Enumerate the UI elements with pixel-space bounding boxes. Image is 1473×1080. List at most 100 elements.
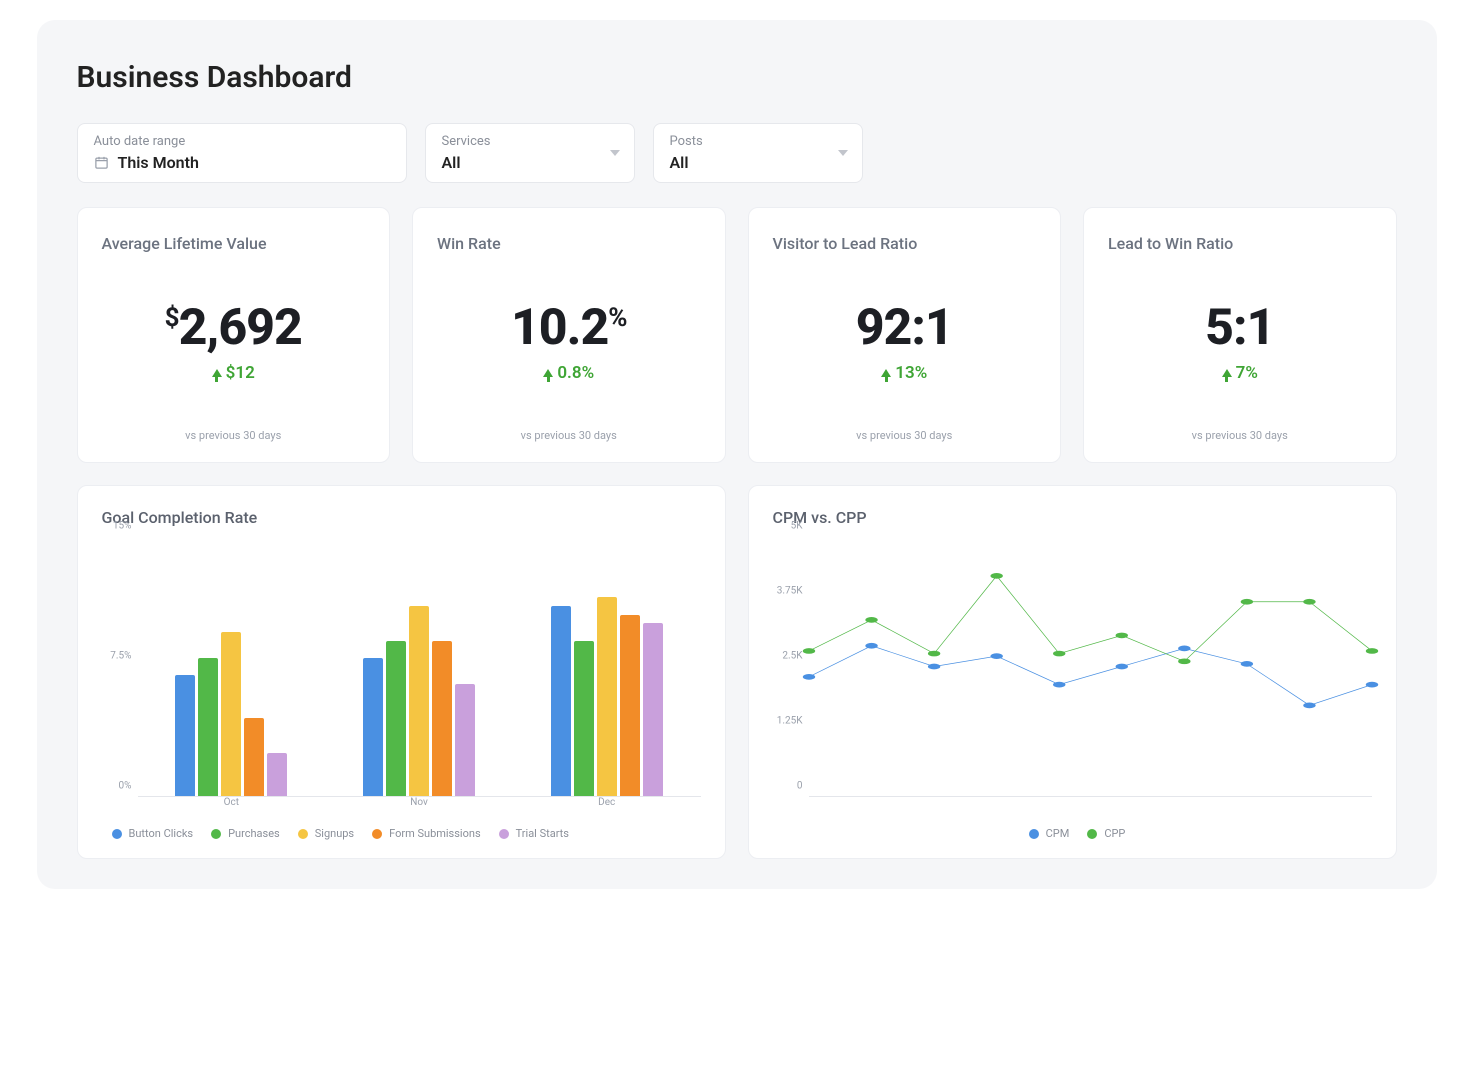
y-tick-label: 0% (119, 781, 132, 792)
posts-filter[interactable]: Posts All (653, 123, 863, 183)
line-point (927, 651, 939, 657)
legend-dot-icon (112, 829, 122, 839)
line-point (865, 643, 877, 649)
legend-item: CPM (1029, 827, 1070, 840)
bar-group (325, 537, 513, 796)
page-title: Business Dashboard (77, 60, 1397, 95)
bar (597, 597, 617, 796)
arrow-up-icon (1222, 369, 1232, 377)
legend-dot-icon (298, 829, 308, 839)
line-point (802, 674, 814, 680)
line-point (1240, 599, 1252, 605)
bar-group (138, 537, 326, 796)
y-tick-label: 0 (797, 781, 803, 792)
legend-dot-icon (372, 829, 382, 839)
kpi-delta: 13% (773, 363, 1037, 383)
filters-row: Auto date range This Month Services All … (77, 123, 1397, 183)
legend-item: Form Submissions (372, 827, 481, 840)
bar-chart-plot: 0%7.5%15%OctNovDec (138, 537, 701, 817)
bar-chart-legend: Button Clicks Purchases Signups Form Submis… (102, 827, 701, 840)
y-tick-label: 5K (791, 521, 803, 532)
kpi-delta: 0.8% (437, 363, 701, 383)
y-tick-label: 15% (113, 521, 132, 532)
kpi-row: Average Lifetime Value $2,692 $12 vs pre… (77, 207, 1397, 463)
chevron-down-icon (610, 150, 620, 156)
line-series (809, 576, 1372, 661)
y-tick-label: 1.25K (777, 716, 803, 727)
kpi-card: Lead to Win Ratio 5:1 7% vs previous 30 … (1083, 207, 1397, 463)
x-tick-label: Nov (325, 797, 513, 817)
line-point (865, 617, 877, 623)
y-tick-label: 2.5K (782, 651, 802, 662)
legend-item: Button Clicks (112, 827, 194, 840)
legend-dot-icon (211, 829, 221, 839)
line-point (1053, 682, 1065, 688)
posts-value: All (670, 153, 846, 172)
bar (574, 641, 594, 796)
bar (643, 623, 663, 796)
kpi-note: vs previous 30 days (437, 429, 701, 442)
bar (267, 753, 287, 796)
line-chart-legend: CPM CPP (773, 827, 1372, 840)
legend-dot-icon (1087, 829, 1097, 839)
line-point (1240, 661, 1252, 667)
bar (551, 606, 571, 796)
date-range-filter[interactable]: Auto date range This Month (77, 123, 407, 183)
kpi-note: vs previous 30 days (1108, 429, 1372, 442)
posts-label: Posts (670, 134, 846, 149)
services-filter[interactable]: Services All (425, 123, 635, 183)
kpi-value: $2,692 (102, 299, 366, 357)
dashboard: Business Dashboard Auto date range This … (37, 20, 1437, 889)
legend-dot-icon (1029, 829, 1039, 839)
kpi-delta: $12 (102, 363, 366, 383)
x-tick-label: Dec (513, 797, 701, 817)
kpi-value: 5:1 (1108, 299, 1372, 357)
kpi-value: 92:1 (773, 299, 1037, 357)
line-point (1365, 648, 1377, 654)
legend-item: CPP (1087, 827, 1125, 840)
line-point (1178, 646, 1190, 652)
line-point (1053, 651, 1065, 657)
kpi-title: Average Lifetime Value (102, 234, 366, 253)
arrow-up-icon (881, 369, 891, 377)
date-range-label: Auto date range (94, 134, 390, 149)
kpi-card: Visitor to Lead Ratio 92:1 13% vs previo… (748, 207, 1062, 463)
bar (175, 675, 195, 796)
y-tick-label: 7.5% (110, 651, 131, 662)
line-point (1365, 682, 1377, 688)
bar (244, 718, 264, 796)
bar (620, 615, 640, 796)
arrow-up-icon (543, 369, 553, 377)
line-point (1303, 703, 1315, 709)
calendar-icon (94, 155, 110, 171)
services-value: All (442, 153, 618, 172)
legend-item: Signups (298, 827, 354, 840)
kpi-title: Lead to Win Ratio (1108, 234, 1372, 253)
bar (198, 658, 218, 796)
line-point (802, 648, 814, 654)
bar (386, 641, 406, 796)
line-point (1115, 633, 1127, 639)
kpi-title: Visitor to Lead Ratio (773, 234, 1037, 253)
date-range-value: This Month (118, 153, 199, 172)
line-point (1178, 658, 1190, 664)
y-tick-label: 3.75K (777, 586, 803, 597)
arrow-up-icon (212, 369, 222, 377)
line-chart-plot: 01.25K2.5K3.75K5K (809, 537, 1372, 817)
bar (432, 641, 452, 796)
legend-item: Purchases (211, 827, 280, 840)
chart-title: Goal Completion Rate (102, 508, 701, 527)
line-point (1115, 664, 1127, 670)
chevron-down-icon (838, 150, 848, 156)
bar (221, 632, 241, 796)
bar-group (513, 537, 701, 796)
bar (363, 658, 383, 796)
kpi-title: Win Rate (437, 234, 701, 253)
kpi-note: vs previous 30 days (773, 429, 1037, 442)
goal-completion-chart: Goal Completion Rate 0%7.5%15%OctNovDec … (77, 485, 726, 859)
services-label: Services (442, 134, 618, 149)
kpi-note: vs previous 30 days (102, 429, 366, 442)
legend-dot-icon (499, 829, 509, 839)
bar (455, 684, 475, 796)
charts-row: Goal Completion Rate 0%7.5%15%OctNovDec … (77, 485, 1397, 859)
